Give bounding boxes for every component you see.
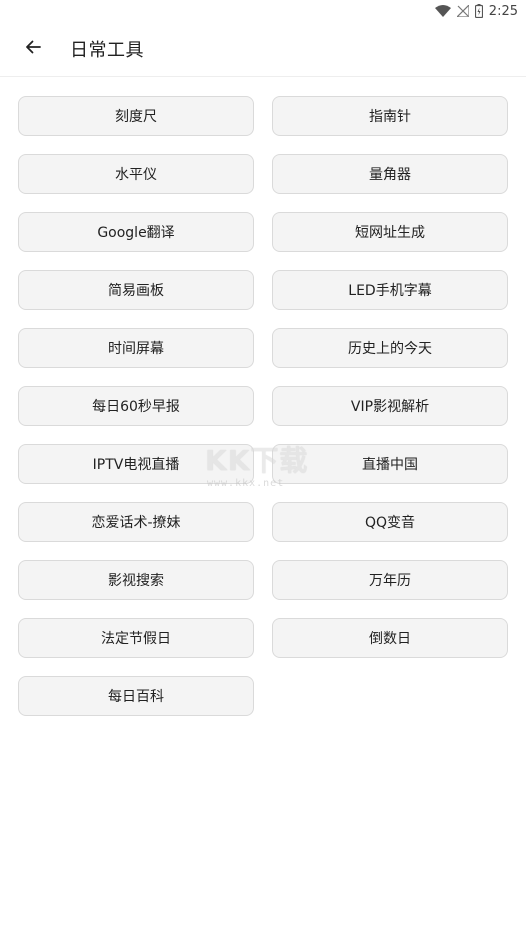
tool-button-protractor[interactable]: 量角器 xyxy=(272,154,508,194)
app-screen: 2:25 日常工具 刻度尺 指南针 水平仪 量角器 Google翻译 短网址生成… xyxy=(0,0,526,936)
tool-button-level[interactable]: 水平仪 xyxy=(18,154,254,194)
tool-button-daily-news[interactable]: 每日60秒早报 xyxy=(18,386,254,426)
tool-button-history-today[interactable]: 历史上的今天 xyxy=(272,328,508,368)
tool-button-video-search[interactable]: 影视搜索 xyxy=(18,560,254,600)
battery-icon xyxy=(474,4,483,18)
no-signal-icon xyxy=(456,5,469,17)
tool-button-ruler[interactable]: 刻度尺 xyxy=(18,96,254,136)
tool-button-love-talk[interactable]: 恋爱话术-撩妹 xyxy=(18,502,254,542)
tool-button-calendar[interactable]: 万年历 xyxy=(272,560,508,600)
tool-button-google-translate[interactable]: Google翻译 xyxy=(18,212,254,252)
tool-button-led-subtitle[interactable]: LED手机字幕 xyxy=(272,270,508,310)
tool-button-daily-wiki[interactable]: 每日百科 xyxy=(18,676,254,716)
tool-button-short-url[interactable]: 短网址生成 xyxy=(272,212,508,252)
tool-button-live-china[interactable]: 直播中国 xyxy=(272,444,508,484)
status-bar: 2:25 xyxy=(0,0,526,22)
tool-button-holidays[interactable]: 法定节假日 xyxy=(18,618,254,658)
wifi-icon xyxy=(434,5,451,17)
tool-button-compass[interactable]: 指南针 xyxy=(272,96,508,136)
tool-button-iptv[interactable]: IPTV电视直播 xyxy=(18,444,254,484)
tool-button-vip-video[interactable]: VIP影视解析 xyxy=(272,386,508,426)
tool-button-drawing-board[interactable]: 简易画板 xyxy=(18,270,254,310)
page-title: 日常工具 xyxy=(70,40,144,61)
tools-grid: 刻度尺 指南针 水平仪 量角器 Google翻译 短网址生成 简易画板 LED手… xyxy=(18,96,508,716)
arrow-left-icon xyxy=(24,38,42,60)
tool-button-time-screen[interactable]: 时间屏幕 xyxy=(18,328,254,368)
tool-button-countdown[interactable]: 倒数日 xyxy=(272,618,508,658)
tool-button-qq-voice[interactable]: QQ变音 xyxy=(272,502,508,542)
app-toolbar: 日常工具 xyxy=(0,22,526,77)
status-time: 2:25 xyxy=(488,3,518,19)
back-button[interactable] xyxy=(18,34,48,64)
